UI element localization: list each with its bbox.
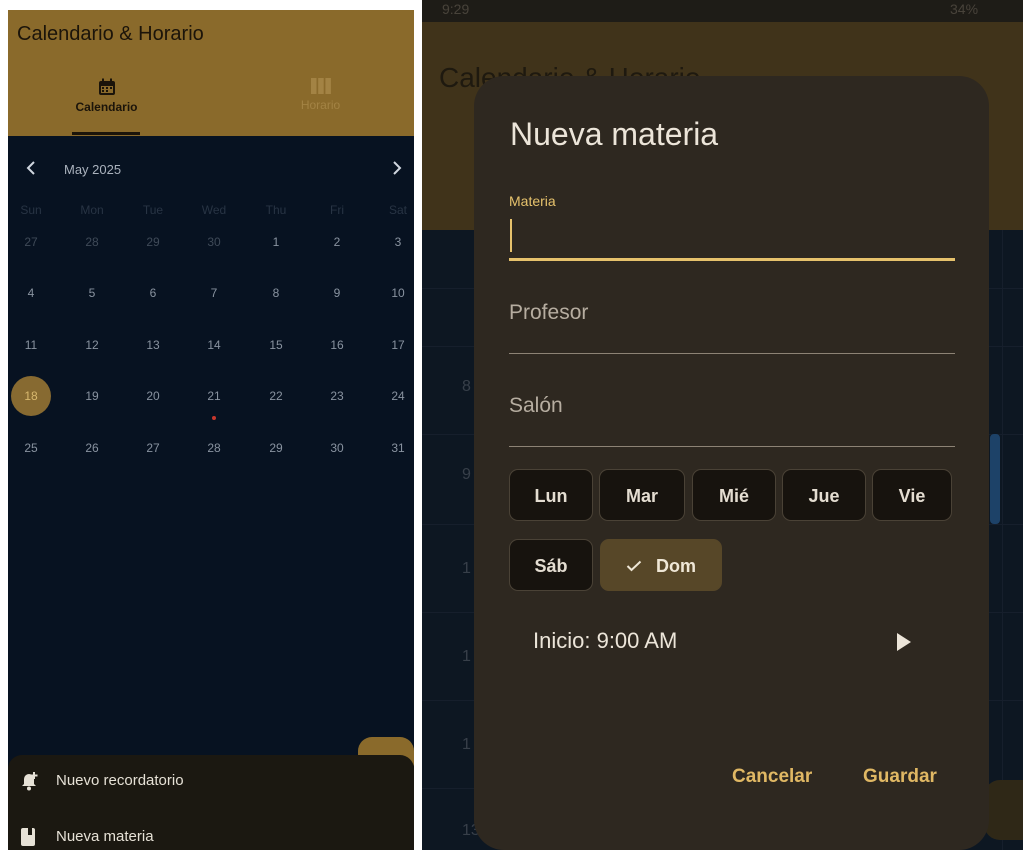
calendar-day-cell[interactable]: 30: [194, 222, 234, 262]
materia-field-underline: [509, 258, 955, 261]
calendar-day-cell[interactable]: 24: [378, 376, 414, 416]
salon-input[interactable]: [509, 391, 953, 421]
calendar-day-cell[interactable]: 16: [317, 325, 357, 365]
calendar-day-cell[interactable]: 22: [256, 376, 296, 416]
calendar-day-cell[interactable]: 28: [194, 428, 234, 468]
book-icon: [21, 828, 35, 846]
profesor-input[interactable]: [509, 298, 953, 328]
calendar-day-cell[interactable]: 20: [133, 376, 173, 416]
tab-horario-label: Horario: [300, 98, 341, 112]
add-alert-icon: [22, 772, 38, 791]
play-arrow-icon[interactable]: [895, 632, 913, 652]
day-chip-dom-label: Dom: [656, 556, 696, 576]
materia-field-label: Materia: [509, 193, 556, 209]
weekday-label: Tue: [142, 203, 164, 217]
calendar-day-cell[interactable]: 19: [72, 376, 112, 416]
calendar-day-cell[interactable]: 10: [378, 273, 414, 313]
calendar-day-cell[interactable]: 31: [378, 428, 414, 468]
tab-horario[interactable]: Horario: [254, 78, 387, 112]
materia-input[interactable]: [509, 218, 953, 254]
calendar-day-cell[interactable]: 2: [317, 222, 357, 262]
text-cursor: [510, 219, 512, 252]
day-chip-lun[interactable]: Lun: [509, 469, 593, 521]
chevron-right-icon[interactable]: [390, 160, 406, 178]
tab-indicator: [72, 132, 140, 135]
calendar-day-cell[interactable]: 30: [317, 428, 357, 468]
weekday-label: Mon: [80, 203, 104, 217]
start-time-label[interactable]: Inicio: 9:00 AM: [533, 628, 677, 654]
calendar-day-cell[interactable]: 5: [72, 273, 112, 313]
app-title: Calendario & Horario: [17, 23, 204, 45]
calendar-day-cell[interactable]: 8: [256, 273, 296, 313]
new-subject-label: Nueva materia: [56, 828, 154, 845]
weekday-label: Sat: [388, 203, 407, 217]
calendar-day-cell[interactable]: 27: [11, 222, 51, 262]
calendar-day-cell[interactable]: 4: [11, 273, 51, 313]
calendar-day-cell[interactable]: 13: [133, 325, 173, 365]
calendar-icon: [98, 78, 115, 95]
check-icon: [626, 560, 642, 572]
calendar-day-cell[interactable]: 12: [72, 325, 112, 365]
new-reminder-item[interactable]: Nuevo recordatorio: [8, 760, 414, 802]
calendar-day-cell[interactable]: 26: [72, 428, 112, 468]
calendar-day-cell[interactable]: 7: [194, 273, 234, 313]
calendar-day-cell[interactable]: 1: [256, 222, 296, 262]
calendar-day-cell[interactable]: 6: [133, 273, 173, 313]
new-reminder-label: Nuevo recordatorio: [56, 772, 184, 789]
day-chip-sab[interactable]: Sáb: [509, 539, 593, 591]
day-chip-dom[interactable]: Dom: [600, 539, 722, 591]
weekday-label: Sun: [20, 203, 42, 217]
calendar-day-cell[interactable]: 14: [194, 325, 234, 365]
calendar-day-cell[interactable]: 9: [317, 273, 357, 313]
calendar-day-cell[interactable]: 29: [133, 222, 173, 262]
weekday-label: Fri: [330, 203, 344, 217]
calendar-day-cell[interactable]: 28: [72, 222, 112, 262]
calendar-day-cell[interactable]: 27: [133, 428, 173, 468]
profesor-field-underline: [509, 353, 955, 354]
day-chip-vie[interactable]: Vie: [872, 469, 952, 521]
month-label: May 2025: [64, 162, 122, 177]
save-button[interactable]: Guardar: [863, 766, 937, 788]
calendar-day-cell[interactable]: 23: [317, 376, 357, 416]
dialog-title: Nueva materia: [510, 116, 719, 152]
calendar-day-cell[interactable]: 17: [378, 325, 414, 365]
calendar-screen: Calendario & Horario Calendario Horario …: [8, 10, 414, 850]
cancel-button[interactable]: Cancelar: [732, 766, 812, 788]
day-chip-mar[interactable]: Mar: [599, 469, 685, 521]
calendar-day-cell[interactable]: 21: [194, 376, 234, 416]
calendar-day-cell[interactable]: 15: [256, 325, 296, 365]
tab-calendario-label: Calendario: [75, 100, 138, 114]
calendar-day-cell[interactable]: 25: [11, 428, 51, 468]
tab-calendario[interactable]: Calendario: [40, 78, 173, 114]
new-subject-item[interactable]: Nueva materia: [8, 816, 414, 850]
day-chip-mie[interactable]: Mié: [692, 469, 776, 521]
weekday-label: Wed: [201, 203, 227, 217]
event-indicator-dot: [212, 416, 216, 420]
calendar-day-cell[interactable]: 11: [11, 325, 51, 365]
chevron-left-icon[interactable]: [24, 160, 40, 178]
day-chip-jue[interactable]: Jue: [782, 469, 866, 521]
weekday-label: Thu: [265, 203, 287, 217]
salon-field-underline: [509, 446, 955, 447]
calendar-day-cell[interactable]: 29: [256, 428, 296, 468]
new-subject-screen: 9:29 34% Calendario & Horario 8911113 Nu…: [422, 0, 1023, 850]
new-subject-dialog: Nueva materia Materia Lun Mar Mié Jue Vi…: [474, 76, 989, 850]
calendar-day-cell[interactable]: 18: [11, 376, 51, 416]
columns-icon: [310, 78, 331, 94]
calendar-day-cell[interactable]: 3: [378, 222, 414, 262]
